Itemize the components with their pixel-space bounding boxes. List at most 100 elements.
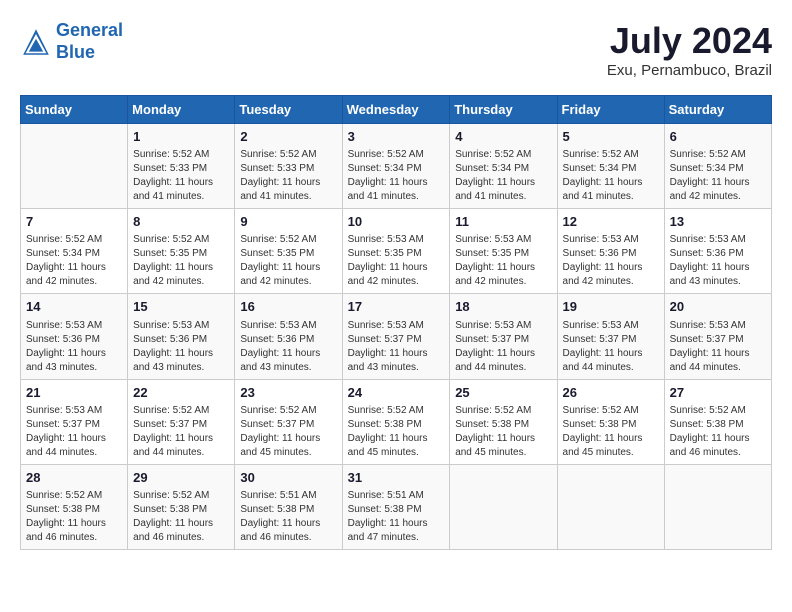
page-header: General Blue July 2024 Exu, Pernambuco, … — [20, 20, 772, 79]
logo-text: General Blue — [56, 20, 123, 63]
day-info: Sunrise: 5:52 AM Sunset: 5:34 PM Dayligh… — [26, 233, 122, 289]
weekday-header-sunday: Sunday — [21, 96, 128, 124]
calendar-cell — [450, 464, 557, 549]
day-info: Sunrise: 5:53 AM Sunset: 5:37 PM Dayligh… — [348, 319, 445, 375]
calendar-cell: 24Sunrise: 5:52 AM Sunset: 5:38 PM Dayli… — [342, 379, 450, 464]
day-number: 10 — [348, 213, 445, 231]
weekday-header-monday: Monday — [128, 96, 235, 124]
day-info: Sunrise: 5:53 AM Sunset: 5:36 PM Dayligh… — [563, 233, 659, 289]
day-info: Sunrise: 5:52 AM Sunset: 5:35 PM Dayligh… — [133, 233, 229, 289]
day-number: 31 — [348, 469, 445, 487]
day-info: Sunrise: 5:52 AM Sunset: 5:38 PM Dayligh… — [670, 404, 766, 460]
weekday-header-wednesday: Wednesday — [342, 96, 450, 124]
day-info: Sunrise: 5:53 AM Sunset: 5:37 PM Dayligh… — [563, 319, 659, 375]
day-info: Sunrise: 5:52 AM Sunset: 5:34 PM Dayligh… — [348, 148, 445, 204]
day-info: Sunrise: 5:53 AM Sunset: 5:36 PM Dayligh… — [133, 319, 229, 375]
weekday-header-friday: Friday — [557, 96, 664, 124]
day-info: Sunrise: 5:51 AM Sunset: 5:38 PM Dayligh… — [348, 489, 445, 545]
calendar-cell: 21 Sunrise: 5:53 AM Sunset: 5:37 PM Dayli… — [21, 379, 128, 464]
day-info: Sunrise: 5:52 AM Sunset: 5:33 PM Dayligh… — [240, 148, 336, 204]
calendar-cell: 4 Sunrise: 5:52 AM Sunset: 5:34 PM Daylig… — [450, 124, 557, 209]
day-info: Sunrise: 5:53 AM Sunset: 5:36 PM Dayligh… — [240, 319, 336, 375]
calendar-cell: 29 Sunrise: 5:52 AM Sunset: 5:38 PM Dayli… — [128, 464, 235, 549]
day-info: Sunrise: 5:53 AM Sunset: 5:35 PM Dayligh… — [455, 233, 551, 289]
calendar-cell: 8Sunrise: 5:52 AM Sunset: 5:35 PM Daylig… — [128, 209, 235, 294]
calendar-cell: 16 Sunrise: 5:53 AM Sunset: 5:36 PM Dayli… — [235, 294, 342, 379]
calendar-cell: 31 Sunrise: 5:51 AM Sunset: 5:38 PM Dayli… — [342, 464, 450, 549]
calendar-cell: 5 Sunrise: 5:52 AM Sunset: 5:34 PM Daylig… — [557, 124, 664, 209]
day-info: Sunrise: 5:53 AM Sunset: 5:36 PM Dayligh… — [26, 319, 122, 375]
calendar-cell: 7Sunrise: 5:52 AM Sunset: 5:34 PM Daylig… — [21, 209, 128, 294]
day-number: 19 — [563, 298, 659, 316]
weekday-header-tuesday: Tuesday — [235, 96, 342, 124]
day-number: 23 — [240, 384, 336, 402]
calendar-cell: 13Sunrise: 5:53 AM Sunset: 5:36 PM Dayli… — [664, 209, 771, 294]
calendar-cell: 17 Sunrise: 5:53 AM Sunset: 5:37 PM Dayli… — [342, 294, 450, 379]
calendar-cell: 14 Sunrise: 5:53 AM Sunset: 5:36 PM Dayli… — [21, 294, 128, 379]
day-number: 11 — [455, 213, 551, 231]
calendar-cell: 2 Sunrise: 5:52 AM Sunset: 5:33 PM Daylig… — [235, 124, 342, 209]
weekday-header-row: SundayMondayTuesdayWednesdayThursdayFrid… — [21, 96, 772, 124]
day-info: Sunrise: 5:52 AM Sunset: 5:34 PM Dayligh… — [563, 148, 659, 204]
day-info: Sunrise: 5:52 AM Sunset: 5:34 PM Dayligh… — [455, 148, 551, 204]
day-number: 26 — [563, 384, 659, 402]
calendar-cell: 22Sunrise: 5:52 AM Sunset: 5:37 PM Dayli… — [128, 379, 235, 464]
day-info: Sunrise: 5:52 AM Sunset: 5:37 PM Dayligh… — [240, 404, 336, 460]
day-number: 12 — [563, 213, 659, 231]
calendar-cell: 30Sunrise: 5:51 AM Sunset: 5:38 PM Dayli… — [235, 464, 342, 549]
week-row-1: 1 Sunrise: 5:52 AM Sunset: 5:33 PM Daylig… — [21, 124, 772, 209]
week-row-4: 21 Sunrise: 5:53 AM Sunset: 5:37 PM Dayli… — [21, 379, 772, 464]
day-number: 29 — [133, 469, 229, 487]
day-number: 25 — [455, 384, 551, 402]
calendar-cell: 11 Sunrise: 5:53 AM Sunset: 5:35 PM Dayli… — [450, 209, 557, 294]
logo-icon — [20, 26, 52, 58]
day-number: 13 — [670, 213, 766, 231]
calendar-cell — [21, 124, 128, 209]
day-number: 20 — [670, 298, 766, 316]
day-info: Sunrise: 5:53 AM Sunset: 5:35 PM Dayligh… — [348, 233, 445, 289]
day-info: Sunrise: 5:52 AM Sunset: 5:38 PM Dayligh… — [455, 404, 551, 460]
day-number: 1 — [133, 128, 229, 146]
calendar-cell: 26Sunrise: 5:52 AM Sunset: 5:38 PM Dayli… — [557, 379, 664, 464]
day-number: 22 — [133, 384, 229, 402]
day-info: Sunrise: 5:52 AM Sunset: 5:38 PM Dayligh… — [26, 489, 122, 545]
day-info: Sunrise: 5:53 AM Sunset: 5:37 PM Dayligh… — [455, 319, 551, 375]
calendar-cell: 20Sunrise: 5:53 AM Sunset: 5:37 PM Dayli… — [664, 294, 771, 379]
day-info: Sunrise: 5:52 AM Sunset: 5:35 PM Dayligh… — [240, 233, 336, 289]
day-number: 3 — [348, 128, 445, 146]
calendar-cell: 6 Sunrise: 5:52 AM Sunset: 5:34 PM Daylig… — [664, 124, 771, 209]
day-info: Sunrise: 5:52 AM Sunset: 5:34 PM Dayligh… — [670, 148, 766, 204]
day-number: 15 — [133, 298, 229, 316]
day-number: 30 — [240, 469, 336, 487]
calendar-cell — [557, 464, 664, 549]
calendar-cell: 27 Sunrise: 5:52 AM Sunset: 5:38 PM Dayli… — [664, 379, 771, 464]
day-number: 21 — [26, 384, 122, 402]
calendar-cell: 19 Sunrise: 5:53 AM Sunset: 5:37 PM Dayli… — [557, 294, 664, 379]
month-title: July 2024 — [607, 20, 772, 62]
weekday-header-saturday: Saturday — [664, 96, 771, 124]
title-block: July 2024 Exu, Pernambuco, Brazil — [607, 20, 772, 79]
calendar-cell: 9 Sunrise: 5:52 AM Sunset: 5:35 PM Daylig… — [235, 209, 342, 294]
calendar-table: SundayMondayTuesdayWednesdayThursdayFrid… — [20, 95, 772, 550]
calendar-cell: 12 Sunrise: 5:53 AM Sunset: 5:36 PM Dayli… — [557, 209, 664, 294]
day-number: 9 — [240, 213, 336, 231]
day-number: 14 — [26, 298, 122, 316]
calendar-cell: 23 Sunrise: 5:52 AM Sunset: 5:37 PM Dayli… — [235, 379, 342, 464]
day-number: 6 — [670, 128, 766, 146]
calendar-cell — [664, 464, 771, 549]
day-number: 16 — [240, 298, 336, 316]
week-row-5: 28 Sunrise: 5:52 AM Sunset: 5:38 PM Dayli… — [21, 464, 772, 549]
day-info: Sunrise: 5:52 AM Sunset: 5:38 PM Dayligh… — [133, 489, 229, 545]
day-number: 27 — [670, 384, 766, 402]
day-number: 18 — [455, 298, 551, 316]
day-number: 5 — [563, 128, 659, 146]
logo: General Blue — [20, 20, 123, 63]
day-info: Sunrise: 5:53 AM Sunset: 5:37 PM Dayligh… — [26, 404, 122, 460]
day-number: 4 — [455, 128, 551, 146]
calendar-cell: 25 Sunrise: 5:52 AM Sunset: 5:38 PM Dayli… — [450, 379, 557, 464]
day-number: 28 — [26, 469, 122, 487]
week-row-2: 7Sunrise: 5:52 AM Sunset: 5:34 PM Daylig… — [21, 209, 772, 294]
day-number: 17 — [348, 298, 445, 316]
day-number: 2 — [240, 128, 336, 146]
calendar-cell: 15 Sunrise: 5:53 AM Sunset: 5:36 PM Dayli… — [128, 294, 235, 379]
